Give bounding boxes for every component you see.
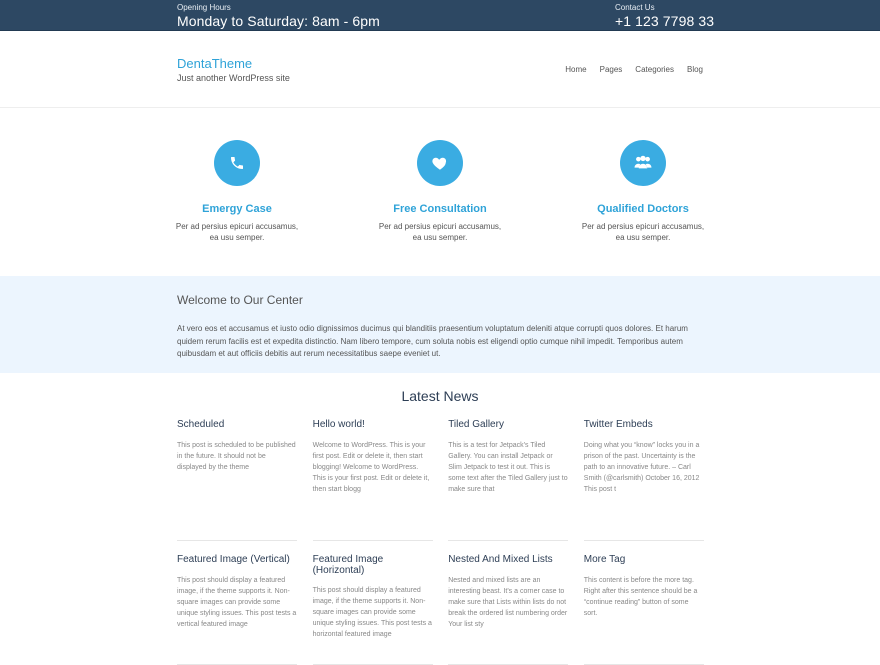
welcome-text: At vero eos et accusamus et iusto odio d…: [177, 324, 688, 358]
news-post: Tiled Gallery This is a test for Jetpack…: [448, 419, 569, 541]
feature-description: Per ad persius epicuri accusamus, ea usu…: [563, 221, 723, 243]
phone-icon: [231, 157, 243, 169]
opening-hours-label: Opening Hours: [177, 3, 231, 12]
site-header: DentaTheme Just another WordPress site H…: [0, 31, 880, 108]
news-post: Nested And Mixed Lists Nested and mixed …: [448, 541, 569, 665]
site-tagline: Just another WordPress site: [177, 73, 290, 83]
feature-title: Qualified Doctors: [597, 203, 689, 215]
nav-item-home[interactable]: Home: [565, 65, 586, 74]
news-post: Twitter Embeds Doing what you “know” loc…: [583, 419, 704, 541]
contact-phone[interactable]: +1 123 7798 33: [615, 13, 714, 29]
welcome-title: Welcome to Our Center: [177, 293, 303, 307]
news-post: Featured Image (Horizontal) This post sh…: [312, 541, 433, 665]
site-title[interactable]: DentaTheme: [177, 57, 290, 71]
post-excerpt: Doing what you “know” locks you in a pri…: [583, 442, 700, 493]
post-title[interactable]: Tiled Gallery: [448, 419, 568, 430]
post-excerpt: Nested and mixed lists are an interestin…: [448, 577, 568, 628]
contact-info: Contact Us +1 123 7798 33: [615, 3, 714, 30]
post-excerpt: This post should display a featured imag…: [177, 577, 297, 628]
nav-item-blog[interactable]: Blog: [687, 65, 703, 74]
feature-icon-circle: [417, 140, 463, 186]
news-post: Featured Image (Vertical) This post shou…: [177, 541, 297, 665]
feature-description-line: ea usu semper.: [412, 233, 468, 242]
feature-description: Per ad persius epicuri accusamus, ea usu…: [360, 221, 520, 243]
users-icon: [634, 155, 652, 169]
news-post: Hello world! Welcome to WordPress. This …: [312, 419, 433, 541]
top-bar: Opening Hours Monday to Saturday: 8am - …: [0, 0, 880, 31]
latest-news-title: Latest News: [401, 388, 479, 404]
welcome-section: Welcome to Our Center At vero eos et acc…: [0, 276, 880, 373]
news-post: More Tag This content is before the more…: [583, 541, 704, 665]
feature-consultation: Free Consultation Per ad persius epicuri…: [360, 140, 520, 243]
feature-icon-circle: [214, 140, 260, 186]
post-excerpt: This post should display a featured imag…: [312, 587, 432, 638]
opening-hours-value: Monday to Saturday: 8am - 6pm: [177, 13, 380, 29]
site-branding: DentaTheme Just another WordPress site: [177, 57, 290, 84]
feature-doctors: Qualified Doctors Per ad persius epicuri…: [563, 140, 723, 243]
latest-news-section: Latest News Scheduled This post is sched…: [0, 373, 880, 665]
post-title[interactable]: More Tag: [584, 554, 704, 565]
post-title[interactable]: Scheduled: [177, 419, 297, 430]
feature-title: Emergy Case: [202, 203, 272, 215]
post-title[interactable]: Nested And Mixed Lists: [448, 554, 568, 565]
heart-icon: [432, 157, 447, 170]
feature-description-line: Per ad persius epicuri accusamus,: [581, 222, 705, 231]
post-excerpt: This content is before the more tag. Rig…: [583, 577, 698, 617]
contact-label: Contact Us: [615, 3, 655, 12]
feature-description: Per ad persius epicuri accusamus, ea usu…: [157, 221, 317, 243]
post-excerpt: Welcome to WordPress. This is your first…: [312, 442, 430, 493]
feature-title: Free Consultation: [393, 203, 487, 215]
feature-description-line: ea usu semper.: [209, 233, 265, 242]
feature-description-line: ea usu semper.: [615, 233, 671, 242]
nav-item-pages[interactable]: Pages: [600, 65, 623, 74]
feature-icon-circle: [620, 140, 666, 186]
post-title[interactable]: Featured Image (Vertical): [177, 554, 297, 565]
post-title[interactable]: Featured Image (Horizontal): [313, 554, 433, 576]
feature-description-line: Per ad persius epicuri accusamus,: [378, 222, 502, 231]
post-title[interactable]: Twitter Embeds: [584, 419, 704, 430]
post-excerpt: This is a test for Jetpack's Tiled Galle…: [448, 442, 568, 493]
main-nav: Home Pages Categories Blog: [565, 65, 703, 74]
opening-hours: Opening Hours Monday to Saturday: 8am - …: [177, 3, 380, 30]
news-post: Scheduled This post is scheduled to be p…: [177, 419, 297, 541]
feature-emergency: Emergy Case Per ad persius epicuri accus…: [157, 140, 317, 243]
features-section: Emergy Case Per ad persius epicuri accus…: [0, 108, 880, 276]
post-title[interactable]: Hello world!: [313, 419, 433, 430]
nav-item-categories[interactable]: Categories: [635, 65, 674, 74]
post-excerpt: This post is scheduled to be published i…: [177, 442, 296, 471]
news-grid: Scheduled This post is scheduled to be p…: [177, 419, 704, 665]
feature-description-line: Per ad persius epicuri accusamus,: [175, 222, 299, 231]
